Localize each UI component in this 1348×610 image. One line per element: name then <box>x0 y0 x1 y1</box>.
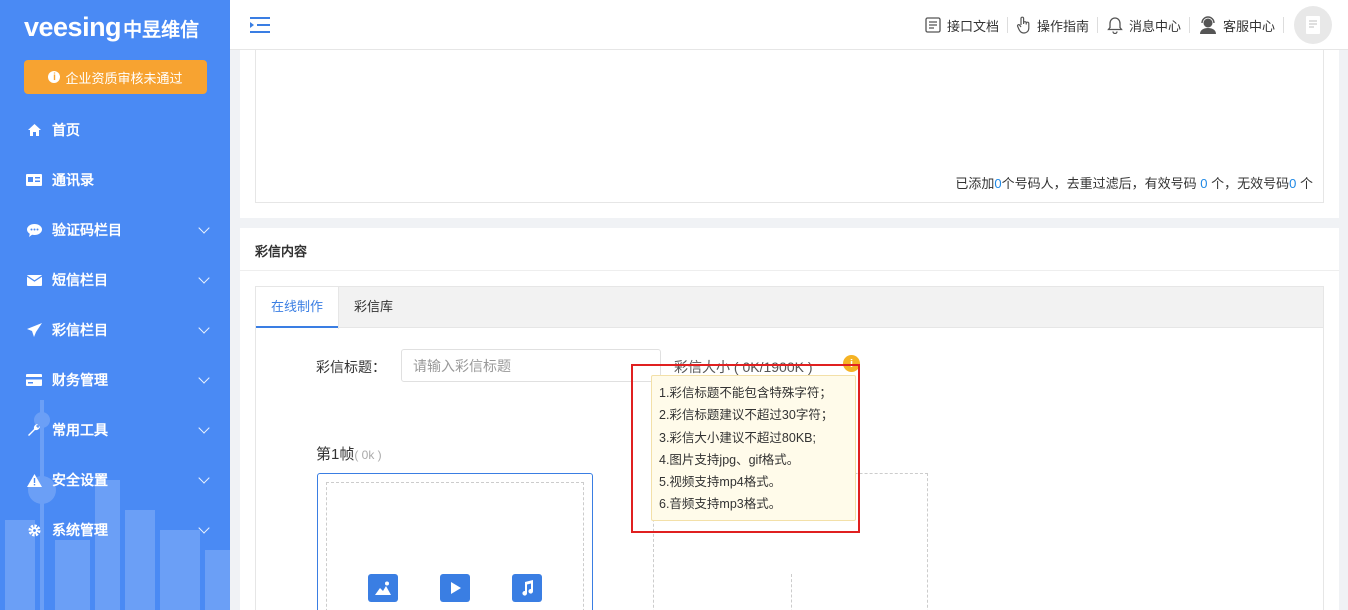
avatar-placeholder-icon <box>1306 16 1320 34</box>
sidebar-item-mms[interactable]: 彩信栏目 <box>0 305 230 355</box>
sidebar-item-label: 财务管理 <box>52 372 108 388</box>
contacts-icon <box>26 173 42 187</box>
sidebar-item-contacts[interactable]: 通讯录 <box>0 155 230 205</box>
image-icon[interactable] <box>368 574 398 602</box>
sidebar-item-label: 通讯录 <box>52 172 94 188</box>
sidebar-item-label: 短信栏目 <box>52 272 108 288</box>
hand-pointer-icon <box>1016 16 1030 34</box>
sidebar-item-finance[interactable]: 财务管理 <box>0 355 230 405</box>
home-icon <box>26 123 42 137</box>
sidebar-item-home[interactable]: 首页 <box>0 105 230 155</box>
support-agent-icon <box>1199 16 1216 34</box>
audio-icon[interactable] <box>512 574 542 602</box>
chevron-down-icon <box>198 272 210 284</box>
qualification-warning-button[interactable]: i 企业资质审核未通过 <box>24 60 207 94</box>
count-text: 个，无效号码 <box>1207 176 1290 191</box>
api-docs-link[interactable]: 接口文档 <box>916 17 1008 34</box>
video-icon[interactable] <box>440 574 470 602</box>
frame-name: 第1帧 <box>316 446 355 463</box>
sidebar-nav: 首页 通讯录 验证码栏目 短信栏目 彩信栏目 财务管理 常用工具 安全设置 系统… <box>0 105 230 555</box>
tab-online-create[interactable]: 在线制作 <box>256 287 340 329</box>
count-text: 个 <box>1296 176 1313 191</box>
support-center-link[interactable]: 客服中心 <box>1190 16 1284 34</box>
card-icon <box>26 373 42 387</box>
recipient-count-summary: 已添加0个号码人，去重过滤后，有效号码 0 个，无效号码0 个 <box>955 173 1313 192</box>
logo-text-cn: 中昱维信 <box>123 20 200 41</box>
frame-label: 第1帧( 0k ) <box>316 443 382 464</box>
tab-bar: 在线制作 彩信库 <box>256 287 1323 329</box>
bell-icon <box>1107 17 1123 34</box>
mail-icon <box>26 273 42 287</box>
header-link-label: 接口文档 <box>946 18 999 34</box>
message-center-link[interactable]: 消息中心 <box>1098 17 1190 34</box>
annotation-highlight-box <box>631 364 860 533</box>
mms-title-input[interactable] <box>401 349 661 382</box>
chevron-down-icon <box>198 222 210 234</box>
chevron-down-icon <box>198 472 210 484</box>
sidebar-item-label: 系统管理 <box>52 522 108 538</box>
sidebar-item-label: 验证码栏目 <box>52 222 122 238</box>
wrench-icon <box>26 423 42 437</box>
gear-icon <box>26 523 42 537</box>
tab-mms-library[interactable]: 彩信库 <box>339 287 408 328</box>
document-icon <box>925 17 941 33</box>
mms-title-label: 彩信标题： <box>316 359 386 375</box>
warning-button-label: 企业资质审核未通过 <box>65 70 183 86</box>
sidebar-item-verification[interactable]: 验证码栏目 <box>0 205 230 255</box>
guide-link[interactable]: 操作指南 <box>1008 16 1098 34</box>
user-avatar[interactable] <box>1294 6 1332 44</box>
chevron-down-icon <box>198 322 210 334</box>
recipients-panel: 已添加0个号码人，去重过滤后，有效号码 0 个，无效号码0 个 <box>240 50 1339 218</box>
brand-logo[interactable]: veesing 中昱维信 <box>24 12 199 44</box>
valid-count: 0 <box>1200 176 1208 191</box>
sidebar-item-tools[interactable]: 常用工具 <box>0 405 230 455</box>
logo-text-en: veesing <box>24 12 122 42</box>
recipients-box[interactable]: 已添加0个号码人，去重过滤后，有效号码 0 个，无效号码0 个 <box>255 50 1324 203</box>
sidebar-item-label: 安全设置 <box>52 472 108 488</box>
sidebar-item-sms[interactable]: 短信栏目 <box>0 255 230 305</box>
top-header: 接口文档 操作指南 消息中心 客服中心 <box>230 0 1348 50</box>
count-text: 已添加 <box>955 176 995 191</box>
sidebar-item-label: 首页 <box>52 122 80 138</box>
info-icon: i <box>48 71 61 83</box>
header-link-label: 消息中心 <box>1128 18 1181 34</box>
menu-toggle-icon[interactable] <box>250 17 270 33</box>
chevron-down-icon <box>198 422 210 434</box>
count-text: 个号码人，去重过滤后，有效号码 <box>1001 176 1201 191</box>
chat-icon <box>26 223 42 237</box>
header-link-label: 客服中心 <box>1222 18 1275 34</box>
sidebar-item-label: 常用工具 <box>52 422 108 438</box>
chevron-down-icon <box>198 372 210 384</box>
sidebar-item-label: 彩信栏目 <box>52 322 108 338</box>
header-links: 接口文档 操作指南 消息中心 客服中心 <box>916 0 1332 50</box>
sidebar: veesing 中昱维信 i 企业资质审核未通过 首页 通讯录 验证码栏目 短信… <box>0 0 230 610</box>
frame-card[interactable] <box>317 473 593 610</box>
send-icon <box>26 323 42 337</box>
sidebar-item-security[interactable]: 安全设置 <box>0 455 230 505</box>
warning-icon <box>26 473 42 487</box>
chevron-down-icon <box>198 522 210 534</box>
frame-size: ( 0k ) <box>354 448 382 462</box>
divider <box>240 270 1339 271</box>
section-title: 彩信内容 <box>255 244 308 259</box>
added-count: 0 <box>994 176 1002 191</box>
frame-divider <box>791 574 792 610</box>
sidebar-item-system[interactable]: 系统管理 <box>0 505 230 555</box>
header-link-label: 操作指南 <box>1036 18 1089 34</box>
